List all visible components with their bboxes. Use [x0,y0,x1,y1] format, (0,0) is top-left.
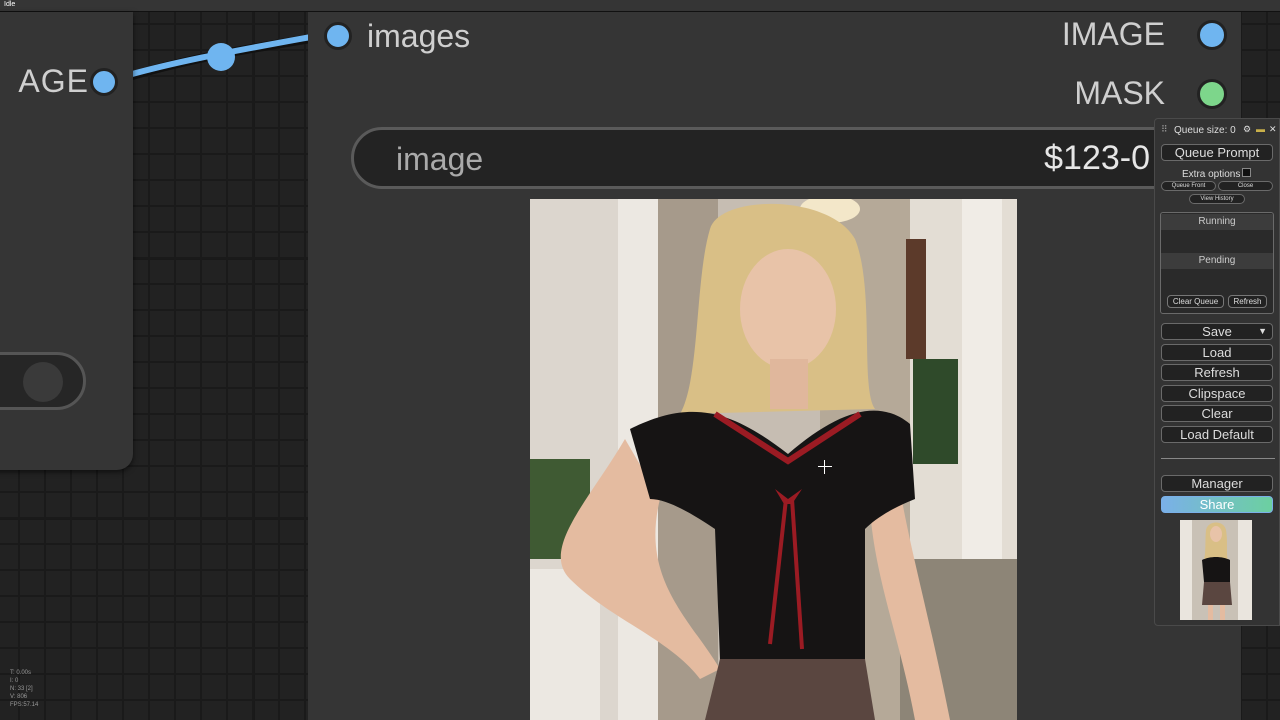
stat-i: I: 0 [10,678,19,684]
close-button[interactable]: Close [1218,181,1273,191]
crosshair-cursor [818,460,832,474]
clear-queue-button[interactable]: Clear Queue [1167,295,1224,308]
output-socket-image[interactable] [90,68,118,96]
input-socket-images[interactable] [324,22,352,50]
close-icon[interactable]: ✕ [1269,124,1277,135]
extra-options[interactable]: Extra options [1182,168,1252,180]
clear-button[interactable]: Clear [1161,405,1273,422]
output-socket-mask[interactable] [1197,79,1227,109]
queue-size-label: Queue size: 0 [1174,125,1236,136]
menu-divider [1161,458,1275,459]
refresh-queue-button[interactable]: Refresh [1228,295,1267,308]
menu-header[interactable]: ⠿ Queue size: 0 ⚙ ▬ ✕ [1159,124,1277,138]
queue-prompt-button[interactable]: Queue Prompt [1161,144,1273,161]
manager-button[interactable]: Manager [1161,475,1273,492]
gear-icon[interactable]: ⚙ [1243,124,1251,135]
stat-fps: FPS:57.14 [10,702,39,708]
canvas-stats: T: 0.00s I: 0 N: 33 [2] V: 806 FPS:57.14 [10,669,38,709]
queue-panel: Running Pending Clear Queue Refresh [1160,212,1274,314]
output-label-image: IMAGE [1061,16,1165,52]
stat-nodes: N: 33 [2] [10,686,33,692]
output-socket-image[interactable] [1197,20,1227,50]
input-label-images: images [367,18,471,54]
chevron-down-icon[interactable]: ▼ [1258,324,1267,339]
widget-value: $123-0 [1044,139,1150,177]
output-label-image: AGE [18,63,89,99]
view-history-button[interactable]: View History [1189,194,1245,204]
toggle-knob[interactable] [23,362,63,402]
pending-header: Pending [1161,253,1273,269]
toggle-widget[interactable]: e [0,352,86,410]
drag-handle-icon[interactable]: ⠿ [1161,124,1168,135]
running-header: Running [1161,214,1273,230]
save-label: Save [1202,324,1232,339]
image-combo-widget[interactable]: image $123-0 [351,127,1211,189]
save-button[interactable]: Save ▼ [1161,323,1273,340]
share-button[interactable]: Share [1161,496,1273,513]
queue-front-button[interactable]: Queue Front [1161,181,1216,191]
widget-name: image [396,141,484,177]
image-preview [530,199,1017,720]
stat-v: V: 806 [10,694,28,700]
clipspace-button[interactable]: Clipspace [1161,385,1273,402]
comfy-side-menu[interactable]: ⠿ Queue size: 0 ⚙ ▬ ✕ Queue Prompt Extra… [1154,118,1280,626]
extra-options-checkbox[interactable] [1242,168,1252,177]
folder-icon[interactable]: ▬ [1256,124,1265,134]
link-midpoint[interactable] [207,43,235,71]
left-node[interactable]: AGE e [0,12,133,470]
load-default-button[interactable]: Load Default [1161,426,1273,443]
extra-options-label: Extra options [1182,169,1241,180]
output-label-mask: MASK [1074,75,1165,111]
stat-time: T: 0.00s [10,670,32,676]
load-button[interactable]: Load [1161,344,1273,361]
history-thumbnail[interactable] [1180,520,1252,620]
refresh-button[interactable]: Refresh [1161,364,1273,381]
